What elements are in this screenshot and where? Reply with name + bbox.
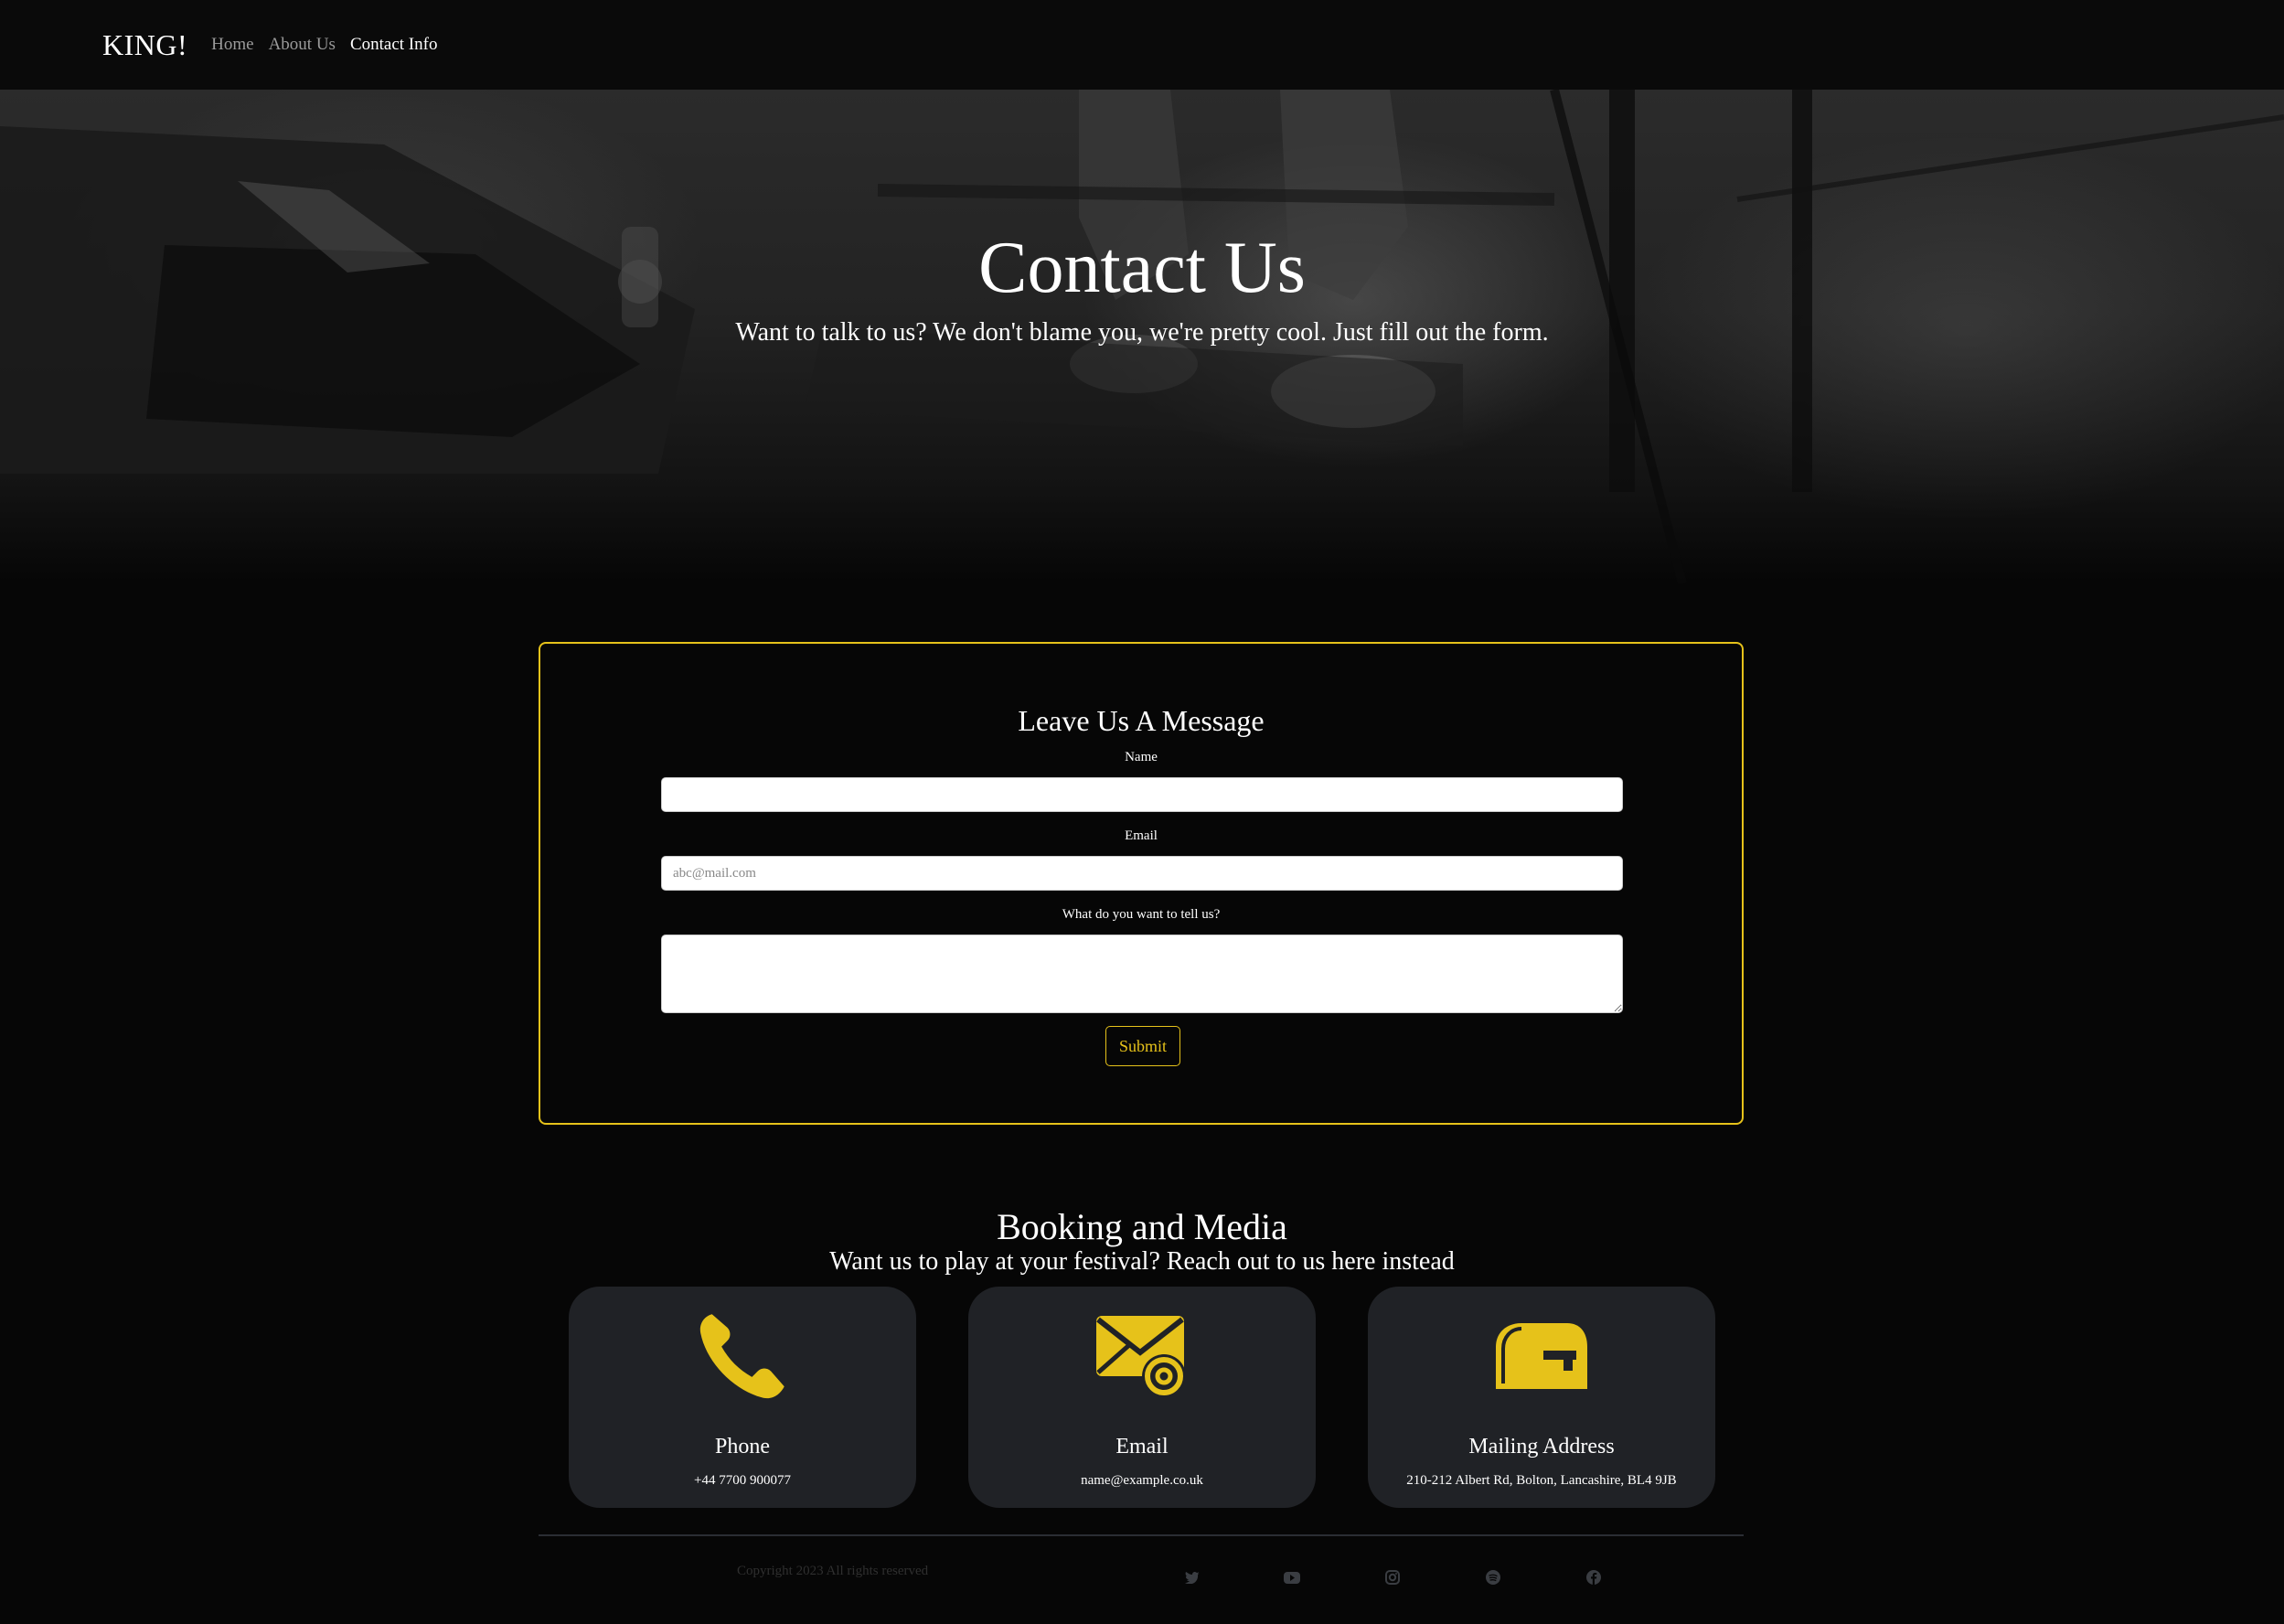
nav-links: Home About Us Contact Info <box>211 35 437 55</box>
booking-subtitle: Want us to play at your festival? Reach … <box>829 1247 1455 1276</box>
navbar: KING! Home About Us Contact Info <box>0 0 2284 90</box>
instagram-icon[interactable] <box>1383 1569 1402 1586</box>
nav-link-contact-info[interactable]: Contact Info <box>350 35 438 55</box>
mailing-address[interactable]: 210-212 Albert Rd, Bolton, Lancashire, B… <box>1368 1473 1715 1489</box>
name-field[interactable] <box>661 777 1623 812</box>
mailbox-icon <box>1368 1307 1715 1405</box>
twitter-icon[interactable] <box>1183 1569 1201 1586</box>
email-address[interactable]: name@example.co.uk <box>968 1473 1316 1489</box>
phone-card-title: Phone <box>715 1435 770 1458</box>
hero-banner: Contact Us Want to talk to us? We don't … <box>0 90 2284 583</box>
nav-link-home[interactable]: Home <box>211 35 253 55</box>
booking-title: Booking and Media <box>997 1206 1287 1247</box>
phone-number[interactable]: +44 7700 900077 <box>569 1473 916 1489</box>
email-label: Email <box>1125 828 1158 843</box>
email-card-title: Email <box>1115 1435 1169 1458</box>
mailing-address-card-title: Mailing Address <box>1468 1435 1615 1458</box>
youtube-icon[interactable] <box>1283 1569 1301 1586</box>
email-at-icon <box>968 1307 1316 1405</box>
submit-button[interactable]: Submit <box>1105 1026 1180 1066</box>
form-title: Leave Us A Message <box>1018 704 1265 737</box>
brand-logo[interactable]: KING! <box>102 28 187 62</box>
facebook-icon[interactable] <box>1585 1569 1603 1586</box>
nav-link-about-us[interactable]: About Us <box>269 35 336 55</box>
message-form-card: Leave Us A Message Name Email What do yo… <box>539 642 1744 1125</box>
spotify-icon[interactable] <box>1484 1569 1502 1586</box>
footer-divider <box>539 1534 1744 1536</box>
email-field[interactable] <box>661 856 1623 891</box>
hero-title: Contact Us <box>978 228 1306 308</box>
mailing-address-card: Mailing Address 210-212 Albert Rd, Bolto… <box>1368 1287 1715 1508</box>
copyright-text: Copyright 2023 All rights reserved <box>737 1564 929 1578</box>
name-label: Name <box>1125 750 1158 764</box>
email-card: Email name@example.co.uk <box>968 1287 1316 1508</box>
phone-icon <box>569 1307 916 1405</box>
hero-subtitle: Want to talk to us? We don't blame you, … <box>735 318 1549 347</box>
message-textarea[interactable] <box>661 935 1623 1013</box>
message-label: What do you want to tell us? <box>1062 907 1221 922</box>
phone-card: Phone +44 7700 900077 <box>569 1287 916 1508</box>
